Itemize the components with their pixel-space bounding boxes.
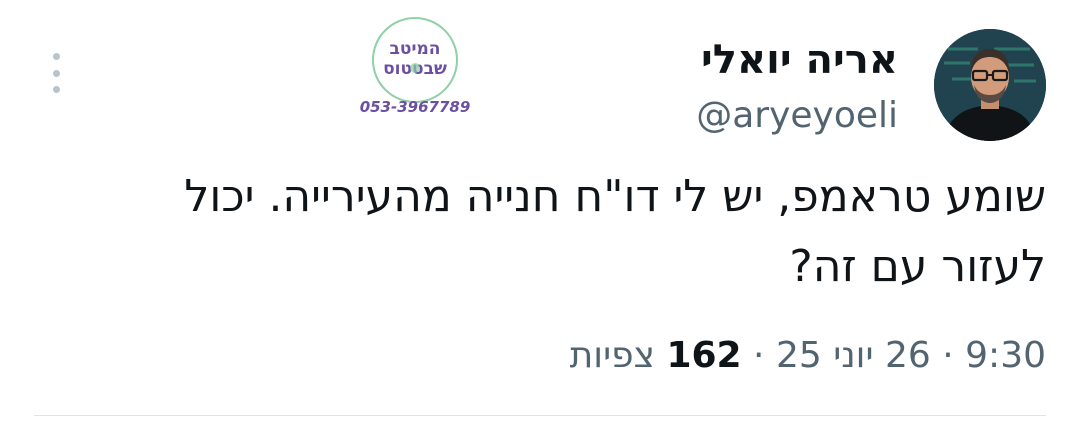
divider	[34, 415, 1046, 416]
meta-separator: ·	[753, 335, 765, 376]
views-label: צפיות	[569, 335, 655, 376]
author-name[interactable]: אריה יואלי	[696, 34, 898, 86]
logo-phone: 053-3967789	[360, 98, 471, 116]
tweet-time[interactable]: 9:30	[965, 335, 1046, 376]
profile-photo	[934, 29, 1046, 141]
more-vertical-icon[interactable]	[44, 53, 68, 93]
tweet-card: אריה יואלי @aryeyoeli המיטב שבטטוס 053-3…	[0, 0, 1080, 433]
tweet-text-line-1: שומע טראמפ, יש לי דו"ח חנייה מהעירייה. י…	[184, 171, 1046, 222]
tweet-date[interactable]: 26 יוני 25	[776, 335, 931, 376]
author-handle[interactable]: @aryeyoeli	[696, 92, 898, 140]
author-block[interactable]: אריה יואלי @aryeyoeli	[696, 34, 898, 140]
more-dot	[52, 86, 60, 93]
tweet-text: שומע טראמפ, יש לי דו"ח חנייה מהעירייה. י…	[46, 162, 1046, 302]
more-dot	[52, 53, 60, 60]
logo-line-1: המיטב	[390, 39, 441, 59]
logo-graphic: המיטב שבטטוס 053-3967789	[360, 17, 471, 116]
tweet-text-line-2: לעזור עם זה?	[789, 241, 1046, 292]
views-count: 162	[666, 335, 742, 376]
watermark-logo: המיטב שבטטוס 053-3967789	[355, 14, 475, 124]
meta-separator: ·	[942, 335, 954, 376]
avatar[interactable]	[934, 29, 1046, 141]
more-dot	[52, 69, 60, 77]
tweet-meta: 9:30 · 26 יוני 25 · 162 צפיות	[570, 332, 1046, 380]
